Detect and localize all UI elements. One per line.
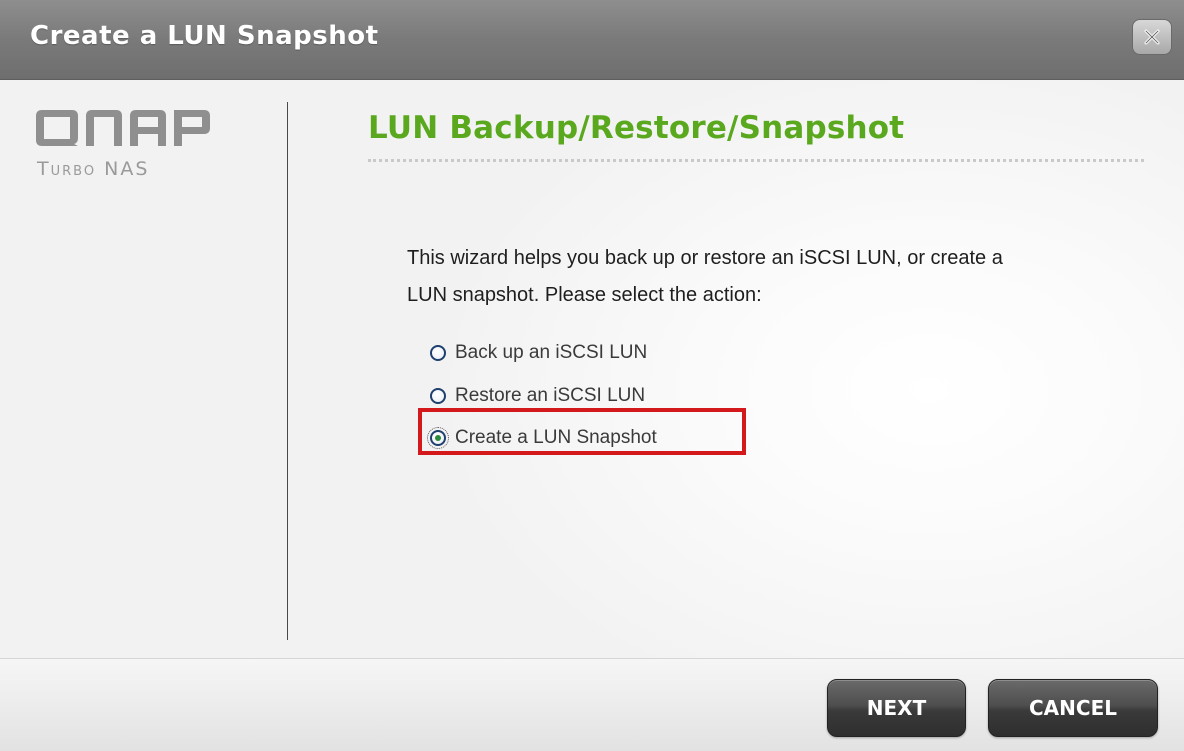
option-restore-lun[interactable]: Restore an iSCSI LUN bbox=[430, 383, 645, 409]
dialog-body: Turbo NAS LUN Backup/Restore/Snapshot Th… bbox=[0, 80, 1184, 658]
logo-subtitle: Turbo NAS bbox=[37, 158, 150, 180]
option-label: Back up an iSCSI LUN bbox=[455, 342, 648, 363]
wizard-intro: This wizard helps you back up or restore… bbox=[407, 240, 1147, 314]
radio-backup-lun[interactable] bbox=[430, 345, 446, 361]
window-title: Create a LUN Snapshot bbox=[30, 21, 379, 51]
option-backup-lun[interactable]: Back up an iSCSI LUN bbox=[430, 340, 647, 366]
qnap-logo bbox=[36, 110, 210, 146]
intro-line-1: This wizard helps you back up or restore… bbox=[407, 247, 1003, 269]
intro-line-2: LUN snapshot. Please select the action: bbox=[407, 284, 762, 306]
selection-highlight-box bbox=[418, 408, 746, 455]
option-label: Restore an iSCSI LUN bbox=[455, 385, 646, 406]
next-button[interactable]: NEXT bbox=[827, 679, 966, 737]
wizard-heading: LUN Backup/Restore/Snapshot bbox=[368, 110, 905, 146]
create-lun-snapshot-dialog: Create a LUN Snapshot Turbo NAS LUN Back… bbox=[0, 0, 1184, 751]
cancel-button[interactable]: CANCEL bbox=[988, 679, 1158, 737]
close-x-icon bbox=[1144, 29, 1160, 45]
dialog-footer: NEXT CANCEL bbox=[0, 658, 1184, 751]
heading-dotted-rule bbox=[368, 159, 1144, 162]
pane-divider bbox=[287, 102, 288, 640]
title-bar[interactable]: Create a LUN Snapshot bbox=[0, 0, 1184, 80]
left-pane: Turbo NAS bbox=[0, 80, 288, 658]
close-button[interactable] bbox=[1132, 19, 1172, 55]
radio-restore-lun[interactable] bbox=[430, 388, 446, 404]
